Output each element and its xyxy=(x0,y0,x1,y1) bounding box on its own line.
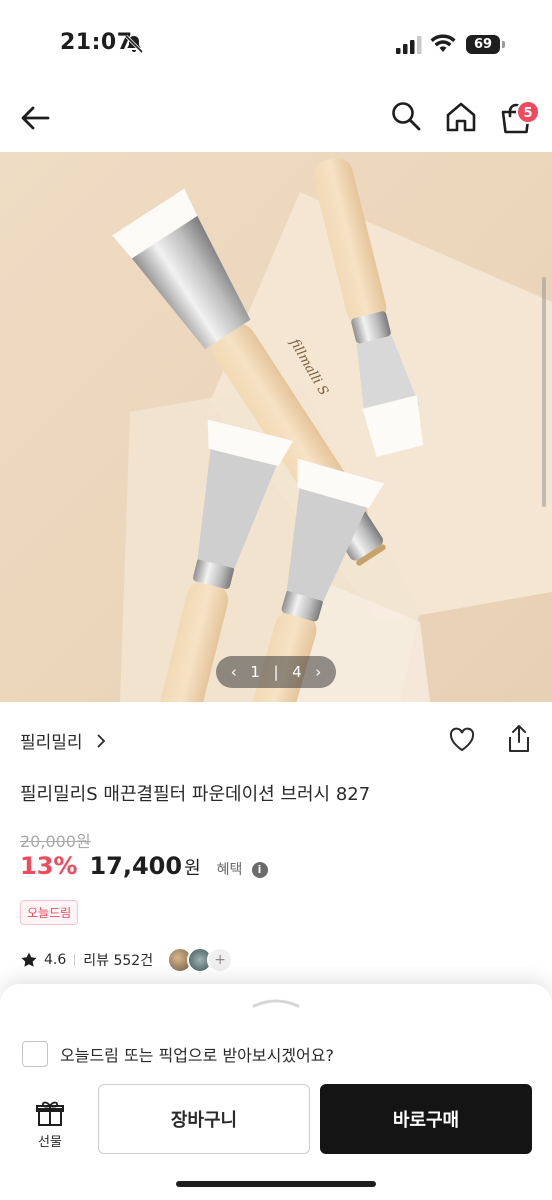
status-time: 21:07 xyxy=(60,30,133,55)
search-icon[interactable] xyxy=(390,100,422,132)
more-photos-icon: + xyxy=(207,947,234,973)
info-icon: i xyxy=(251,862,268,878)
sale-price: 17,400 xyxy=(89,852,183,880)
product-image-gallery[interactable]: fillmalli S xyxy=(0,152,552,702)
product-title: 필리밀리S 매끈결필터 파운데이션 브러시 827 xyxy=(20,784,371,805)
share-icon[interactable] xyxy=(506,724,532,754)
original-price: 20,000원 xyxy=(20,832,91,851)
heart-icon[interactable] xyxy=(448,726,476,754)
purchase-bottom-sheet: 오늘드림 또는 픽업으로 받아보시겠어요? 선물 장바구니 바로구매 xyxy=(0,984,552,1200)
pager-separator: | xyxy=(273,663,279,681)
top-navigation xyxy=(0,90,552,150)
home-icon[interactable] xyxy=(444,100,478,134)
pager-prev-icon[interactable]: ‹ xyxy=(231,663,237,681)
pickup-checkbox[interactable] xyxy=(22,1041,48,1067)
status-bar: 21:07 69 xyxy=(0,0,552,80)
home-indicator xyxy=(176,1181,376,1187)
gift-label: 선물 xyxy=(38,1135,62,1150)
battery-icon: 69 xyxy=(466,35,500,54)
brand-link[interactable]: 필리밀리 xyxy=(20,733,106,753)
rating-divider xyxy=(74,954,76,966)
cart-count-badge: 5 xyxy=(516,100,540,124)
review-photos[interactable]: + xyxy=(167,947,234,973)
pickup-option[interactable]: 오늘드림 또는 픽업으로 받아보시겠어요? xyxy=(22,1040,334,1068)
benefit-link[interactable]: 혜택 i xyxy=(201,859,268,879)
gift-icon xyxy=(36,1101,64,1126)
pager-next-icon[interactable]: › xyxy=(315,663,321,681)
discount-rate: 13% xyxy=(20,852,78,880)
today-delivery-tag: 오늘드림 xyxy=(20,900,79,925)
pager-total: 4 xyxy=(292,663,302,681)
page-scrollbar[interactable] xyxy=(542,277,546,507)
rating-row[interactable]: 4.6 리뷰 552건 + xyxy=(20,946,234,974)
buy-now-button[interactable]: 바로구매 xyxy=(320,1084,532,1154)
signal-icon xyxy=(396,36,422,54)
bell-slash-icon xyxy=(124,34,144,54)
back-arrow-icon[interactable] xyxy=(18,100,54,136)
price-row: 13% 17,400 원 혜택 i xyxy=(20,852,268,888)
product-photo: fillmalli S xyxy=(0,152,552,702)
brand-name: 필리밀리 xyxy=(20,733,83,753)
gift-button[interactable]: 선물 xyxy=(22,1098,78,1154)
sheet-handle-icon[interactable] xyxy=(252,998,300,1008)
review-count: 리뷰 552건 xyxy=(83,953,154,969)
product-detail-page: 21:07 69 5 fillmalli S ‹ 1 | 4 › 필리밀리 필리… xyxy=(0,0,552,1200)
wifi-icon xyxy=(430,34,456,52)
currency-label: 원 xyxy=(184,858,201,879)
rating-value: 4.6 xyxy=(44,952,67,968)
brand-row: 필리밀리 xyxy=(20,725,532,758)
chevron-right-icon xyxy=(97,734,105,748)
add-to-cart-button[interactable]: 장바구니 xyxy=(98,1084,310,1154)
star-icon xyxy=(21,952,37,967)
pager-current: 1 xyxy=(250,663,260,681)
pickup-question: 오늘드림 또는 픽업으로 받아보시겠어요? xyxy=(60,1046,334,1065)
image-pager[interactable]: ‹ 1 | 4 › xyxy=(216,656,336,688)
battery-tip xyxy=(502,41,505,48)
benefit-label: 혜택 xyxy=(216,862,243,878)
